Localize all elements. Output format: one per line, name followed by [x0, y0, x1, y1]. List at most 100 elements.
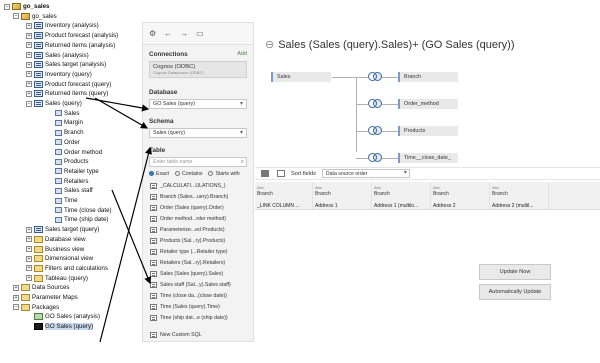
expand-icon[interactable]: +: [26, 22, 32, 29]
expand-icon[interactable]: +: [26, 275, 32, 282]
expand-icon[interactable]: +: [26, 42, 32, 49]
expand-icon[interactable]: +: [26, 265, 32, 272]
table-list-item[interactable]: Retailer type (...Retailer type): [143, 246, 253, 257]
tree-node[interactable]: Products: [55, 157, 88, 166]
radio-starts-with[interactable]: Starts with: [208, 171, 240, 177]
grid-view-icon[interactable]: [261, 170, 269, 177]
list-view-icon[interactable]: [277, 170, 285, 177]
table-list-item[interactable]: Order (Sales (query).Order): [143, 202, 253, 213]
expand-icon[interactable]: +: [26, 255, 32, 262]
expand-icon[interactable]: +: [26, 90, 32, 97]
expand-icon[interactable]: +: [26, 32, 32, 39]
table-list-item[interactable]: Branch (Sales...uery).Branch): [143, 191, 253, 202]
tree-node[interactable]: Order: [55, 138, 80, 147]
tree-node[interactable]: + Inventory (analysis): [26, 21, 99, 30]
tree-node[interactable]: Retailers: [55, 177, 88, 186]
inner-join-icon[interactable]: [368, 126, 382, 136]
expand-icon[interactable]: +: [13, 284, 19, 291]
table-list-item[interactable]: Time (close da...(close date)): [143, 290, 253, 301]
tree-node[interactable]: GO Sales (analysis): [34, 312, 100, 321]
back-arrow-icon[interactable]: ←: [164, 29, 172, 38]
inner-join-icon[interactable]: [368, 72, 382, 82]
table-list-item[interactable]: Sales (Sales (query).Sales): [143, 268, 253, 279]
tree-node[interactable]: GO Sales (query): [34, 322, 94, 331]
tree-node[interactable]: + Filters and calculations: [26, 264, 108, 273]
tree-node[interactable]: Retailer type: [55, 167, 99, 176]
tree-node[interactable]: − Sales (query): [26, 99, 82, 108]
grid-column[interactable]: Abc Branch Address 1 (multilo...: [372, 182, 431, 209]
sort-fields-dropdown[interactable]: Data source order: [321, 169, 410, 178]
radio-contains[interactable]: Contains: [174, 171, 202, 177]
new-custom-sql[interactable]: New Custom SQL: [143, 329, 253, 340]
expand-icon[interactable]: +: [26, 226, 32, 233]
expand-icon[interactable]: +: [26, 236, 32, 243]
tree-node[interactable]: Margin: [55, 118, 83, 127]
table-list-item[interactable]: Sales staff (Sal...y).Sales staff): [143, 279, 253, 290]
tree-node[interactable]: Order method: [55, 148, 102, 157]
collapse-icon[interactable]: −: [13, 304, 19, 311]
tree-node[interactable]: Sales staff: [55, 186, 93, 195]
tree-root[interactable]: − go_sales: [4, 2, 49, 11]
left-table-sales[interactable]: Sales: [271, 72, 331, 82]
tree-node[interactable]: + Sales target (analysis): [26, 60, 106, 69]
data-source-title[interactable]: ⊖ Sales (Sales (query).Sales)+ (GO Sales …: [265, 38, 515, 51]
update-now-button[interactable]: Update Now: [479, 264, 551, 280]
table-list-item[interactable]: Order method...rder method): [143, 213, 253, 224]
table-list-item[interactable]: _CALCULATI...ULATIONS_): [143, 180, 253, 191]
add-connection-link[interactable]: Add: [237, 51, 247, 58]
collapse-icon[interactable]: −: [13, 13, 19, 20]
expand-icon[interactable]: +: [26, 52, 32, 58]
expand-icon[interactable]: +: [13, 294, 19, 301]
tree-node[interactable]: + Sales target (query): [26, 225, 99, 234]
table-list-item[interactable]: Retailers (Sal...ry).Retailers): [143, 257, 253, 268]
tree-node[interactable]: + Inventory (query): [26, 70, 92, 79]
table-list-item[interactable]: Products (Sal...ry).Products): [143, 235, 253, 246]
grid-column[interactable]: Abc Branch Address 2: [431, 182, 490, 209]
join-table-box[interactable]: Products: [398, 126, 458, 136]
tree-node[interactable]: − go_sales: [13, 12, 57, 21]
schema-dropdown[interactable]: Sales (query): [149, 128, 247, 138]
search-icon[interactable]: ⌕: [241, 158, 244, 167]
tree-node[interactable]: + Dimensional view: [26, 254, 93, 263]
tree-node[interactable]: Branch: [55, 128, 84, 137]
inner-join-icon[interactable]: [368, 153, 382, 163]
expand-icon[interactable]: +: [26, 246, 32, 252]
forward-arrow-icon[interactable]: →: [180, 29, 188, 38]
tree-node[interactable]: + Returned items (query): [26, 89, 108, 98]
tree-node[interactable]: + Business view: [26, 245, 84, 254]
tree-node[interactable]: + Database view: [26, 235, 86, 244]
tree-node[interactable]: Time: [55, 196, 78, 205]
tree-node[interactable]: − Packages: [13, 303, 59, 312]
expand-icon[interactable]: +: [26, 61, 32, 68]
window-icon[interactable]: ▭: [196, 29, 204, 38]
tree-node[interactable]: + Parameter Maps: [13, 293, 78, 302]
database-dropdown[interactable]: GO Sales (query): [149, 99, 247, 109]
tree-node[interactable]: + Product forecast (analysis): [26, 31, 118, 40]
tree-node[interactable]: + Data Sources: [13, 283, 70, 292]
table-list-item[interactable]: Time (ship dat...e (ship date)): [143, 312, 253, 323]
connection-item[interactable]: Cognos (ODBC) Cognos Datasource (ODBC): [149, 61, 247, 78]
table-search-input[interactable]: Enter table name ⌕: [149, 157, 247, 167]
tree-node[interactable]: Sales: [55, 109, 79, 118]
tree-node[interactable]: + Sales (analysis): [26, 51, 89, 60]
radio-exact[interactable]: Exact: [149, 171, 169, 177]
auto-update-button[interactable]: Automatically Update: [479, 284, 551, 300]
grid-column[interactable]: Abc Branch _LINK COLUMN ...: [255, 182, 313, 209]
tree-node[interactable]: + Product forecast (query): [26, 80, 111, 89]
join-table-box[interactable]: Order_method: [398, 99, 458, 109]
gear-icon[interactable]: ⚙: [149, 29, 156, 38]
tree-node[interactable]: + Tableau (query): [26, 274, 88, 283]
grid-column[interactable]: Abc Branch Address 1: [313, 182, 372, 209]
collapse-icon[interactable]: −: [4, 3, 10, 10]
join-table-box[interactable]: Time__close_date_: [398, 153, 458, 163]
inner-join-icon[interactable]: [368, 99, 382, 109]
table-list-item[interactable]: Parameterize...ed Products): [143, 224, 253, 235]
table-list-item[interactable]: Time (Sales (query).Time): [143, 301, 253, 312]
collapse-icon[interactable]: −: [26, 100, 32, 107]
tree-node[interactable]: + Returned items (analysis): [26, 41, 115, 50]
expand-icon[interactable]: +: [26, 81, 32, 88]
tree-node[interactable]: Time (close date): [55, 206, 112, 215]
grid-column[interactable]: Abc Branch Address 2 (multil...: [490, 182, 549, 209]
join-table-box[interactable]: Branch: [398, 72, 458, 82]
tree-node[interactable]: Time (ship date): [55, 215, 108, 224]
